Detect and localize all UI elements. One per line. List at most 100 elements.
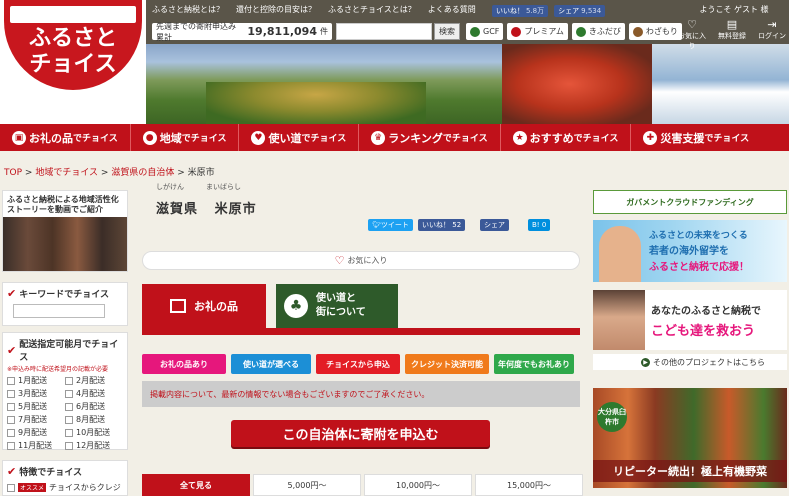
checkbox[interactable] <box>7 441 15 450</box>
banner-photo <box>593 290 645 350</box>
filter-apply-via-choice[interactable]: チョイスから申込 <box>316 354 400 374</box>
tag-kifudabi[interactable]: きふだび <box>571 23 625 40</box>
nav-ranking[interactable]: ♛ ランキング でチョイス <box>359 124 501 151</box>
tag-gcf[interactable]: GCF <box>466 23 504 40</box>
month-checkbox[interactable]: 9月配送 <box>7 427 65 438</box>
nav-usage-suffix: でチョイス <box>301 134 347 144</box>
price-tab-10000[interactable]: 10,000円〜 <box>364 474 472 496</box>
tab-gifts-label: お礼の品 <box>194 300 238 313</box>
month-checkbox[interactable]: 4月配送 <box>65 388 123 399</box>
month-label: 10月配送 <box>76 428 111 437</box>
month-checkbox[interactable]: 11月配送 <box>7 440 65 451</box>
checkbox[interactable] <box>7 483 15 492</box>
nav-region[interactable]: ● 地域 でチョイス <box>131 124 240 151</box>
checkbox[interactable] <box>65 402 73 411</box>
favorite-button[interactable]: ♡ お気に入り <box>142 251 580 270</box>
feature-item[interactable]: オススメ チョイスからクレジ <box>3 482 127 493</box>
search-button[interactable]: 検索 <box>434 23 460 40</box>
breadcrumb-pref[interactable]: 滋賀県の自治体 <box>111 168 174 178</box>
tab-gifts[interactable]: お礼の品 <box>142 284 266 328</box>
other-projects-label: その他のプロジェクトはこちら <box>653 357 765 367</box>
cross-icon: ✚ <box>643 130 658 145</box>
month-checkbox[interactable]: 2月配送 <box>65 375 123 386</box>
user-menu: ♡ お気に入り ▤ 無料登録 ⇥ ログイン <box>676 18 788 51</box>
breadcrumb-top[interactable]: TOP <box>4 168 22 178</box>
ban3-caption: リピーター続出！極上有機野菜 <box>593 460 787 482</box>
nav-disaster[interactable]: ✚ 災害支援 でチョイス <box>631 124 761 151</box>
price-tab-15000[interactable]: 15,000円〜 <box>475 474 583 496</box>
register-button[interactable]: ▤ 無料登録 <box>716 18 748 51</box>
month-checkbox[interactable]: 1月配送 <box>7 375 65 386</box>
filter-credit-card[interactable]: クレジット決済可能 <box>405 354 489 374</box>
hatena-bookmark-button[interactable]: B! 0 <box>528 219 551 231</box>
checkbox[interactable] <box>65 428 73 437</box>
month-checkbox[interactable]: 6月配送 <box>65 401 123 412</box>
donation-counter: 先週までの寄附申込み累計 19,811,094 件 <box>152 22 332 42</box>
checkbox[interactable] <box>65 389 73 398</box>
vegetable-banner[interactable]: 大分県臼杵市 リピーター続出！極上有機野菜 <box>593 388 787 488</box>
banner-photo <box>599 226 641 282</box>
checkbox[interactable] <box>7 376 15 385</box>
save-children-banner[interactable]: あなたのふるさと納税で こども達を救おう <box>593 290 787 350</box>
tag-wazamori-label: わざもり <box>645 27 678 36</box>
facebook-share-button[interactable]: シェア 9,534 <box>554 5 606 17</box>
video-promo-banner[interactable]: ふるさと納税による地域活性化ストーリーを動画でご紹介 <box>2 190 128 272</box>
price-tab-all[interactable]: 全て見る <box>142 474 250 496</box>
checkbox[interactable] <box>7 402 15 411</box>
month-label: 6月配送 <box>76 402 106 411</box>
month-checkbox[interactable]: 12月配送 <box>65 440 123 451</box>
topnav-link-about[interactable]: ふるさとチョイスとは？ <box>328 4 416 15</box>
month-checkbox[interactable]: 8月配送 <box>65 414 123 425</box>
checkbox[interactable] <box>7 389 15 398</box>
checkbox[interactable] <box>65 376 73 385</box>
login-button[interactable]: ⇥ ログイン <box>756 18 788 51</box>
checkbox[interactable] <box>65 415 73 424</box>
facebook-like-count: 5.8万 <box>526 7 545 15</box>
favorites-button[interactable]: ♡ お気に入り <box>676 18 708 51</box>
price-tab-5000[interactable]: 5,000円〜 <box>253 474 361 496</box>
nav-gifts[interactable]: ▣ お礼の品 でチョイス <box>0 124 131 151</box>
tag-wazamori[interactable]: わざもり <box>628 23 682 40</box>
checkbox[interactable] <box>65 441 73 450</box>
other-projects-link[interactable]: ▶ その他のプロジェクトはこちら <box>593 354 787 370</box>
topnav-link-refund[interactable]: 還付と控除の目安は？ <box>236 4 316 15</box>
filter-repeat-gifts[interactable]: 年何度でもお礼あり <box>494 354 574 374</box>
logo-title-line2: チョイス <box>29 51 117 77</box>
header-photo-sky <box>652 44 789 124</box>
month-checkbox[interactable]: 3月配送 <box>7 388 65 399</box>
month-checkbox[interactable]: 7月配送 <box>7 414 65 425</box>
tweet-button[interactable]: 🐦︎ ツイート <box>368 219 413 231</box>
arrow-icon: ▶ <box>641 357 650 367</box>
gift-icon: ▣ <box>12 130 26 145</box>
checkbox[interactable] <box>7 415 15 424</box>
nav-recommended-suffix: でチョイス <box>573 134 619 144</box>
topnav-link-what-is[interactable]: ふるさと納税とは？ <box>152 4 224 15</box>
keyword-input[interactable] <box>13 304 105 318</box>
info-notice: 掲載内容について、最新の情報でない場合もございますのでご了承ください。 <box>142 381 580 407</box>
share-button[interactable]: シェア <box>480 219 509 231</box>
search-input[interactable] <box>336 23 432 40</box>
donate-apply-button[interactable]: この自治体に寄附を申込む <box>231 420 490 447</box>
video-promo-text: ふるさと納税による地域活性化ストーリーを動画でご紹介 <box>7 195 119 214</box>
month-checkbox[interactable]: 10月配送 <box>65 427 123 438</box>
nav-usage[interactable]: ♥ 使い道 でチョイス <box>239 124 360 151</box>
ban2-line1: あなたのふるさと納税で <box>651 306 761 317</box>
tab-usage-and-city[interactable]: ♣ 使い道と 街について <box>276 284 398 328</box>
topnav-link-faq[interactable]: よくある質問 <box>428 4 476 15</box>
nav-recommended[interactable]: ★ おすすめ でチョイス <box>501 124 632 151</box>
study-abroad-banner[interactable]: ふるさとの未来をつくる 若者の海外留学を ふるさと納税で応援！ <box>593 220 787 282</box>
facebook-like-button[interactable]: いいね！ 5.8万 <box>492 5 549 17</box>
filter-selectable-usage[interactable]: 使い道が選べる <box>231 354 311 374</box>
breadcrumb-region[interactable]: 地域でチョイス <box>35 168 98 178</box>
filter-has-gifts[interactable]: お礼の品あり <box>142 354 226 374</box>
facebook-share-label: シェア <box>558 7 580 15</box>
checkbox[interactable] <box>7 428 15 437</box>
nav-recommended-label: おすすめ <box>529 131 574 145</box>
nav-disaster-label: 災害支援 <box>660 131 705 145</box>
site-logo[interactable]: あなたの意思をふるさとに ふるさと チョイス <box>0 0 146 124</box>
gcf-header[interactable]: ガバメントクラウドファンディング <box>593 190 787 214</box>
month-checkbox[interactable]: 5月配送 <box>7 401 65 412</box>
like-button[interactable]: いいね！ 52 <box>418 219 466 231</box>
city-kana: まいばらし <box>206 183 241 191</box>
tag-premium[interactable]: プレミアム <box>507 23 568 40</box>
